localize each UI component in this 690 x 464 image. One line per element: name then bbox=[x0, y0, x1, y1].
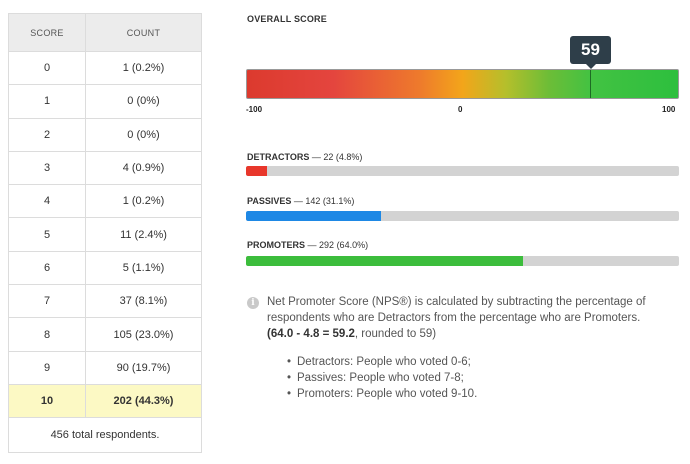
detractors-bar-fill bbox=[246, 166, 267, 176]
category-definitions: Detractors: People who voted 0-6; Passiv… bbox=[287, 354, 477, 402]
table-row: 10 (0%) bbox=[8, 84, 202, 119]
score-cell: 1 bbox=[8, 84, 86, 119]
category-detail: 142 (31.1%) bbox=[305, 196, 355, 206]
note-line-3: (64.0 - 4.8 = 59.2, rounded to 59) bbox=[267, 326, 667, 342]
passives-label: PASSIVES — 142 (31.1%) bbox=[247, 196, 355, 206]
count-cell: 202 (44.3%) bbox=[85, 383, 202, 419]
info-icon: i bbox=[247, 297, 259, 309]
promoters-bar bbox=[246, 256, 679, 266]
gauge-tick-mid: 0 bbox=[458, 105, 463, 114]
passives-bar-fill bbox=[246, 211, 381, 221]
score-cell: 2 bbox=[8, 117, 86, 152]
table-row: 65 (1.1%) bbox=[8, 250, 202, 286]
count-cell: 5 (1.1%) bbox=[85, 250, 202, 286]
count-cell: 4 (0.9%) bbox=[85, 150, 202, 186]
note-line-1: Net Promoter Score (NPS®) is calculated … bbox=[267, 296, 646, 308]
gauge-tick-min: -100 bbox=[246, 105, 263, 114]
column-header-count[interactable]: COUNT bbox=[85, 13, 202, 52]
total-respondents: 456 total respondents. bbox=[8, 417, 202, 454]
count-cell: 105 (23.0%) bbox=[85, 317, 202, 352]
table-row: 5 11 (2.4%) bbox=[8, 217, 202, 252]
detractors-bar bbox=[246, 166, 679, 176]
count-cell: 0 (0%) bbox=[85, 117, 202, 152]
list-item: Promoters: People who voted 9-10. bbox=[287, 386, 477, 402]
nps-gauge bbox=[246, 69, 679, 99]
score-cell: 5 bbox=[8, 217, 86, 252]
count-cell: 1 (0.2%) bbox=[85, 184, 202, 219]
score-cell: 9 bbox=[8, 350, 86, 385]
table-row: 01 (0.2%) bbox=[8, 50, 202, 86]
promoters-label: PROMOTERS — 292 (64.0%) bbox=[247, 240, 369, 250]
table-footer-row: 456 total respondents. bbox=[8, 417, 202, 454]
gauge-marker bbox=[590, 70, 591, 98]
score-cell: 0 bbox=[8, 50, 86, 86]
note-line-2: respondents who are Detractors from the … bbox=[267, 312, 641, 324]
category-name: PASSIVES bbox=[247, 196, 292, 206]
overall-score-label: OVERALL SCORE bbox=[247, 14, 327, 24]
score-distribution-table: SCORE COUNT 01 (0.2%) 10 (0%) 20 (0%) 34… bbox=[8, 13, 202, 454]
category-detail: 22 (4.8%) bbox=[323, 152, 363, 162]
score-cell: 4 bbox=[8, 184, 86, 219]
count-cell: 1 (0.2%) bbox=[85, 50, 202, 86]
list-item: Passives: People who voted 7-8; bbox=[287, 370, 477, 386]
detractors-label: DETRACTORS — 22 (4.8%) bbox=[247, 152, 363, 162]
count-cell: 37 (8.1%) bbox=[85, 284, 202, 319]
score-cell: 10 bbox=[8, 383, 86, 419]
list-item: Detractors: People who voted 0-6; bbox=[287, 354, 477, 370]
table-row: 41 (0.2%) bbox=[8, 184, 202, 219]
table-row: 34 (0.9%) bbox=[8, 150, 202, 186]
table-row: 7 37 (8.1%) bbox=[8, 284, 202, 319]
score-cell: 6 bbox=[8, 250, 86, 286]
table-row: 8 105 (23.0%) bbox=[8, 317, 202, 352]
score-cell: 8 bbox=[8, 317, 86, 352]
category-name: PROMOTERS bbox=[247, 240, 306, 250]
count-cell: 90 (19.7%) bbox=[85, 350, 202, 385]
gauge-tick-max: 100 bbox=[662, 105, 676, 114]
table-row: 20 (0%) bbox=[8, 117, 202, 152]
table-row-highlighted: 10 202 (44.3%) bbox=[8, 383, 202, 419]
column-header-score[interactable]: SCORE bbox=[8, 13, 86, 52]
table-header-row: SCORE COUNT bbox=[8, 13, 202, 52]
score-cell: 7 bbox=[8, 284, 86, 319]
table-row: 9 90 (19.7%) bbox=[8, 350, 202, 385]
category-detail: 292 (64.0%) bbox=[319, 240, 369, 250]
note-formula: (64.0 - 4.8 = 59.2 bbox=[267, 328, 355, 340]
promoters-bar-fill bbox=[246, 256, 524, 266]
nps-explanation: Net Promoter Score (NPS®) is calculated … bbox=[267, 294, 667, 342]
score-cell: 3 bbox=[8, 150, 86, 186]
score-badge: 59 bbox=[570, 36, 611, 69]
note-formula-suffix: , rounded to 59) bbox=[354, 328, 437, 340]
count-cell: 11 (2.4%) bbox=[85, 217, 202, 252]
passives-bar bbox=[246, 211, 679, 221]
category-name: DETRACTORS bbox=[247, 152, 310, 162]
count-cell: 0 (0%) bbox=[85, 84, 202, 119]
